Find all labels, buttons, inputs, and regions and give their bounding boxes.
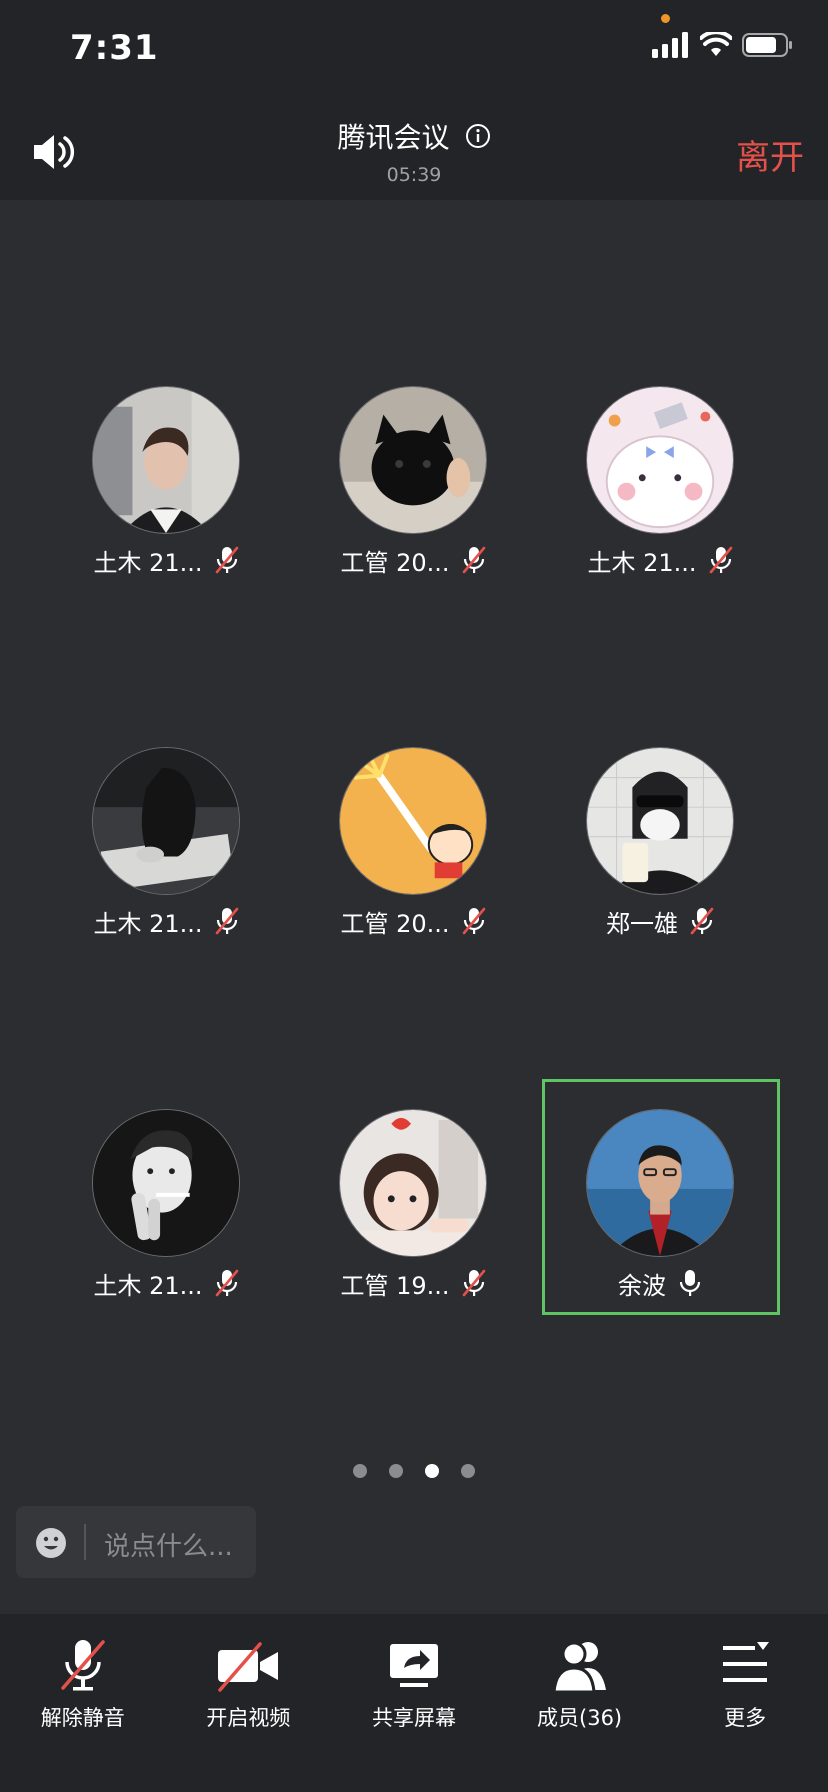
page-dot[interactable] [461, 1464, 475, 1478]
participant-name-row: 工管 19... [295, 1265, 533, 1301]
mic-muted-icon [61, 1640, 105, 1691]
participant-name-row: 土木 21... [542, 542, 780, 578]
page-dot[interactable] [389, 1464, 403, 1478]
share-screen-button[interactable]: 共享屏幕 [331, 1614, 497, 1792]
signal-icon [652, 32, 688, 58]
unmute-label: 解除静音 [40, 1706, 125, 1730]
mic-muted-icon [690, 907, 714, 935]
chat-placeholder: 说点什么... [104, 1532, 233, 1562]
avatar [92, 1109, 240, 1257]
more-menu-icon [723, 1642, 770, 1682]
participant-tile[interactable]: 土木 21... [542, 356, 780, 592]
participant-tile[interactable]: 土木 21... [48, 356, 286, 592]
participant-tile-active-speaker[interactable]: 余波 [542, 1079, 780, 1315]
page-dot[interactable] [353, 1464, 367, 1478]
participant-name-row: 工管 20... [295, 542, 533, 578]
bottom-toolbar: 解除静音 开启视频 共享屏幕 成员(36) 更多 [0, 1614, 828, 1792]
meeting-title: 腾讯会议 [337, 121, 450, 154]
participant-name-row: 土木 21... [48, 1265, 286, 1301]
avatar [339, 747, 487, 895]
participant-name-row: 土木 21... [48, 903, 286, 939]
participant-name: 土木 21... [93, 548, 203, 577]
unmute-button[interactable]: 解除静音 [0, 1614, 166, 1792]
participant-name: 工管 19... [340, 1271, 450, 1300]
avatar [586, 386, 734, 534]
avatar [92, 386, 240, 534]
battery-icon [742, 33, 792, 57]
start-video-button[interactable]: 开启视频 [166, 1614, 332, 1792]
more-label: 更多 [724, 1706, 767, 1730]
participant-name-row: 工管 20... [295, 903, 533, 939]
mic-muted-icon [462, 1269, 485, 1297]
leave-button[interactable]: 离开 [736, 130, 804, 179]
status-icons [652, 32, 794, 68]
avatar [339, 1109, 487, 1257]
meeting-title-bar: 腾讯会议 [0, 116, 828, 156]
avatar [586, 1109, 734, 1257]
share-screen-icon [389, 1644, 438, 1687]
participant-name-row: 郑一雄 [542, 903, 780, 939]
share-screen-label: 共享屏幕 [371, 1706, 456, 1730]
mic-muted-icon [462, 546, 485, 574]
avatar [586, 747, 734, 895]
video-off-icon [218, 1642, 279, 1692]
chat-input[interactable]: 说点什么... [16, 1506, 256, 1578]
recording-indicator-dot [661, 14, 670, 23]
participant-tile[interactable]: 工管 20... [295, 356, 533, 592]
page-dot-current[interactable] [425, 1464, 439, 1478]
more-button[interactable]: 更多 [662, 1614, 828, 1792]
participant-tile[interactable]: 工管 19... [295, 1079, 533, 1315]
mic-muted-icon [215, 546, 238, 574]
mic-muted-icon [462, 907, 485, 935]
meeting-timer: 05:39 [386, 164, 442, 186]
members-button[interactable]: 成员(36) [497, 1614, 663, 1792]
members-label: 成员(36) [537, 1706, 623, 1730]
mic-icon [679, 1270, 701, 1296]
start-video-label: 开启视频 [206, 1706, 291, 1730]
participant-tile[interactable]: 土木 21... [48, 1079, 286, 1315]
participant-name: 工管 20... [340, 909, 450, 938]
mic-muted-icon [215, 907, 238, 935]
chat-divider [84, 1524, 86, 1560]
info-icon[interactable] [465, 123, 491, 149]
mic-muted-icon [215, 1269, 238, 1297]
participant-tile[interactable]: 郑一雄 [542, 717, 780, 953]
mic-muted-icon [709, 546, 732, 574]
top-bar: 7:31 腾讯会议 05:39 离开 [0, 0, 828, 200]
status-time: 7:31 [70, 28, 159, 68]
emoji-icon[interactable] [34, 1526, 68, 1560]
wifi-icon [700, 32, 732, 56]
participant-name: 土木 21... [587, 548, 697, 577]
members-icon [551, 1641, 606, 1694]
participant-name: 土木 21... [93, 1271, 203, 1300]
participant-tile[interactable]: 土木 21... [48, 717, 286, 953]
participant-name-row: 余波 [542, 1265, 780, 1301]
participant-name: 余波 [618, 1271, 666, 1300]
participant-name: 土木 21... [93, 909, 203, 938]
participant-tile[interactable]: 工管 20... [295, 717, 533, 953]
avatar [339, 386, 487, 534]
participant-name: 工管 20... [340, 548, 450, 577]
avatar [92, 747, 240, 895]
participant-name: 郑一雄 [606, 909, 678, 938]
page-indicator [0, 1464, 828, 1478]
participant-name-row: 土木 21... [48, 542, 286, 578]
